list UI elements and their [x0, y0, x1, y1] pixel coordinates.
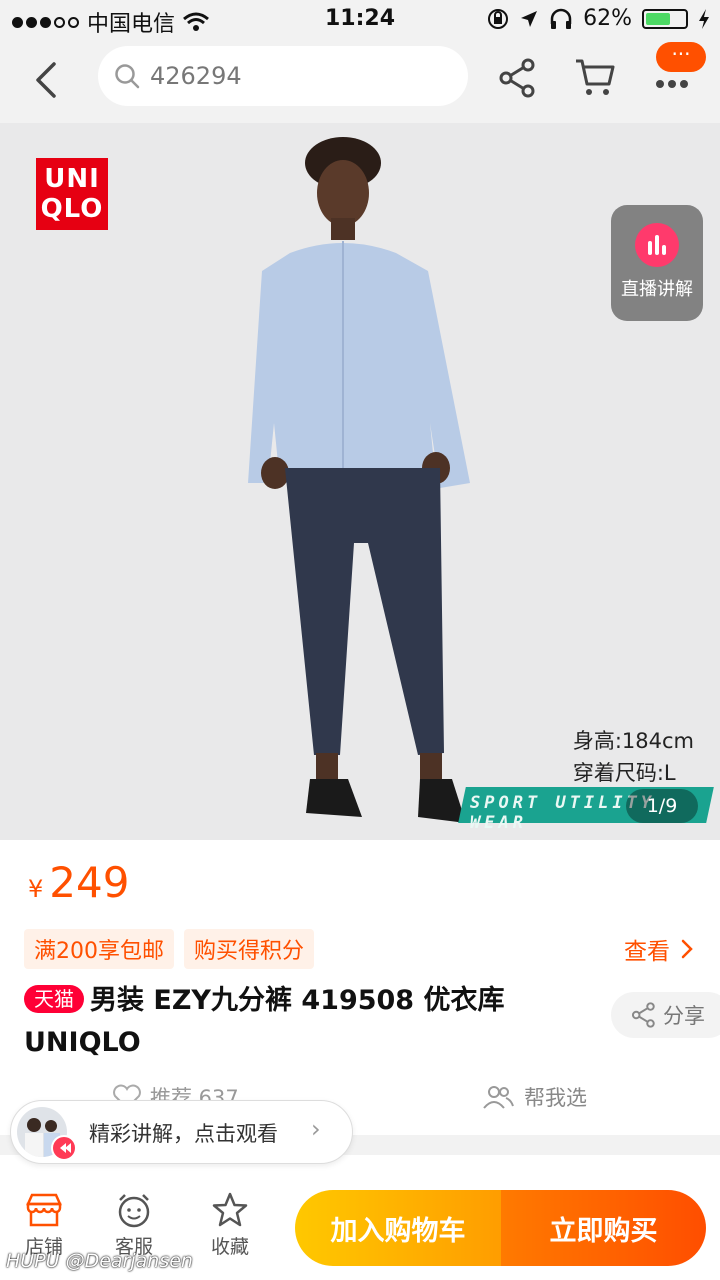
share-icon	[631, 1002, 655, 1028]
price: ¥ 249	[28, 858, 129, 907]
headphones-icon	[550, 8, 572, 29]
cart-button[interactable]	[574, 56, 616, 98]
share-icon	[499, 58, 535, 98]
live-icon	[635, 223, 679, 267]
model-height: 身高:184cm	[572, 729, 694, 753]
store-button[interactable]: 店铺	[9, 1192, 79, 1259]
promo-tags: 满200享包邮 购买得积分	[24, 929, 315, 969]
orientation-lock-icon	[488, 8, 509, 29]
model-size: 穿着尺码:L	[572, 761, 676, 785]
customer-service-button[interactable]: 客服	[99, 1192, 169, 1259]
product-image-carousel[interactable]: UNI QLO 直播讲解 身高:184cm 穿着尺码:L SPORT UTILI…	[0, 123, 720, 840]
nav-bar: 426294 ···	[0, 40, 720, 123]
location-icon	[521, 10, 538, 27]
product-title: 天猫 男装 EZY九分裤 419508 优衣库 UNIQLO	[24, 980, 584, 1064]
live-explain-button[interactable]: 直播讲解	[611, 205, 703, 321]
status-bar: 中国电信 11:24 62%	[0, 0, 720, 40]
share-button[interactable]	[498, 58, 538, 98]
add-to-cart-button[interactable]: 加入购物车	[295, 1190, 501, 1266]
view-more-label: 查看	[624, 939, 670, 965]
view-promos-link[interactable]: 查看	[624, 932, 694, 966]
live-explain-label: 直播讲解	[621, 279, 693, 300]
watermark: HUPU @Dearjansen	[6, 1250, 193, 1272]
users-icon	[483, 1086, 514, 1109]
service-face-icon	[118, 1194, 150, 1228]
chevron-left-icon	[36, 62, 56, 98]
currency-symbol: ¥	[28, 875, 44, 903]
more-button[interactable]: ···	[652, 42, 708, 104]
explain-popup-text: 精彩讲解，点击观看	[89, 1122, 278, 1146]
promo-tag-shipping: 满200享包邮	[24, 929, 174, 969]
product-title-line2: UNIQLO	[24, 1027, 141, 1058]
buy-now-button[interactable]: 立即购买	[501, 1190, 706, 1266]
search-box[interactable]: 426294	[98, 46, 468, 106]
battery-percent: 62%	[583, 6, 632, 31]
more-dots-icon	[656, 80, 688, 88]
store-icon	[26, 1193, 62, 1227]
search-icon	[115, 64, 140, 89]
charging-bolt-icon	[699, 8, 709, 29]
chevron-right-icon: ›	[311, 1115, 321, 1143]
status-right: 62%	[487, 6, 710, 31]
tmall-badge: 天猫	[24, 985, 84, 1013]
help-choose-button[interactable]: 帮我选	[482, 1082, 587, 1112]
star-icon	[212, 1192, 248, 1227]
model-info: 身高:184cm 穿着尺码:L	[573, 725, 694, 789]
share-product-button[interactable]: 分享	[611, 992, 720, 1038]
page-indicator: 1/9	[626, 789, 698, 823]
favorite-button[interactable]: 收藏	[195, 1192, 265, 1259]
promo-tag-points: 购买得积分	[184, 929, 315, 969]
search-input[interactable]: 426294	[150, 62, 242, 90]
favorite-label: 收藏	[210, 1236, 249, 1258]
help-choose-label: 帮我选	[524, 1086, 587, 1110]
price-amount: 249	[49, 858, 130, 907]
chevron-right-icon	[681, 939, 693, 959]
play-icon	[51, 1135, 77, 1161]
cart-icon	[576, 59, 615, 95]
battery-icon	[642, 8, 688, 29]
explain-video-popup[interactable]: 精彩讲解，点击观看 ›	[10, 1100, 353, 1164]
product-title-line1: 男装 EZY九分裤 419508 优衣库	[90, 985, 505, 1016]
share-label: 分享	[663, 1004, 705, 1028]
screen: { "status_bar": { "carrier": "中国电信", "ti…	[0, 0, 720, 1280]
back-button[interactable]	[30, 60, 66, 100]
